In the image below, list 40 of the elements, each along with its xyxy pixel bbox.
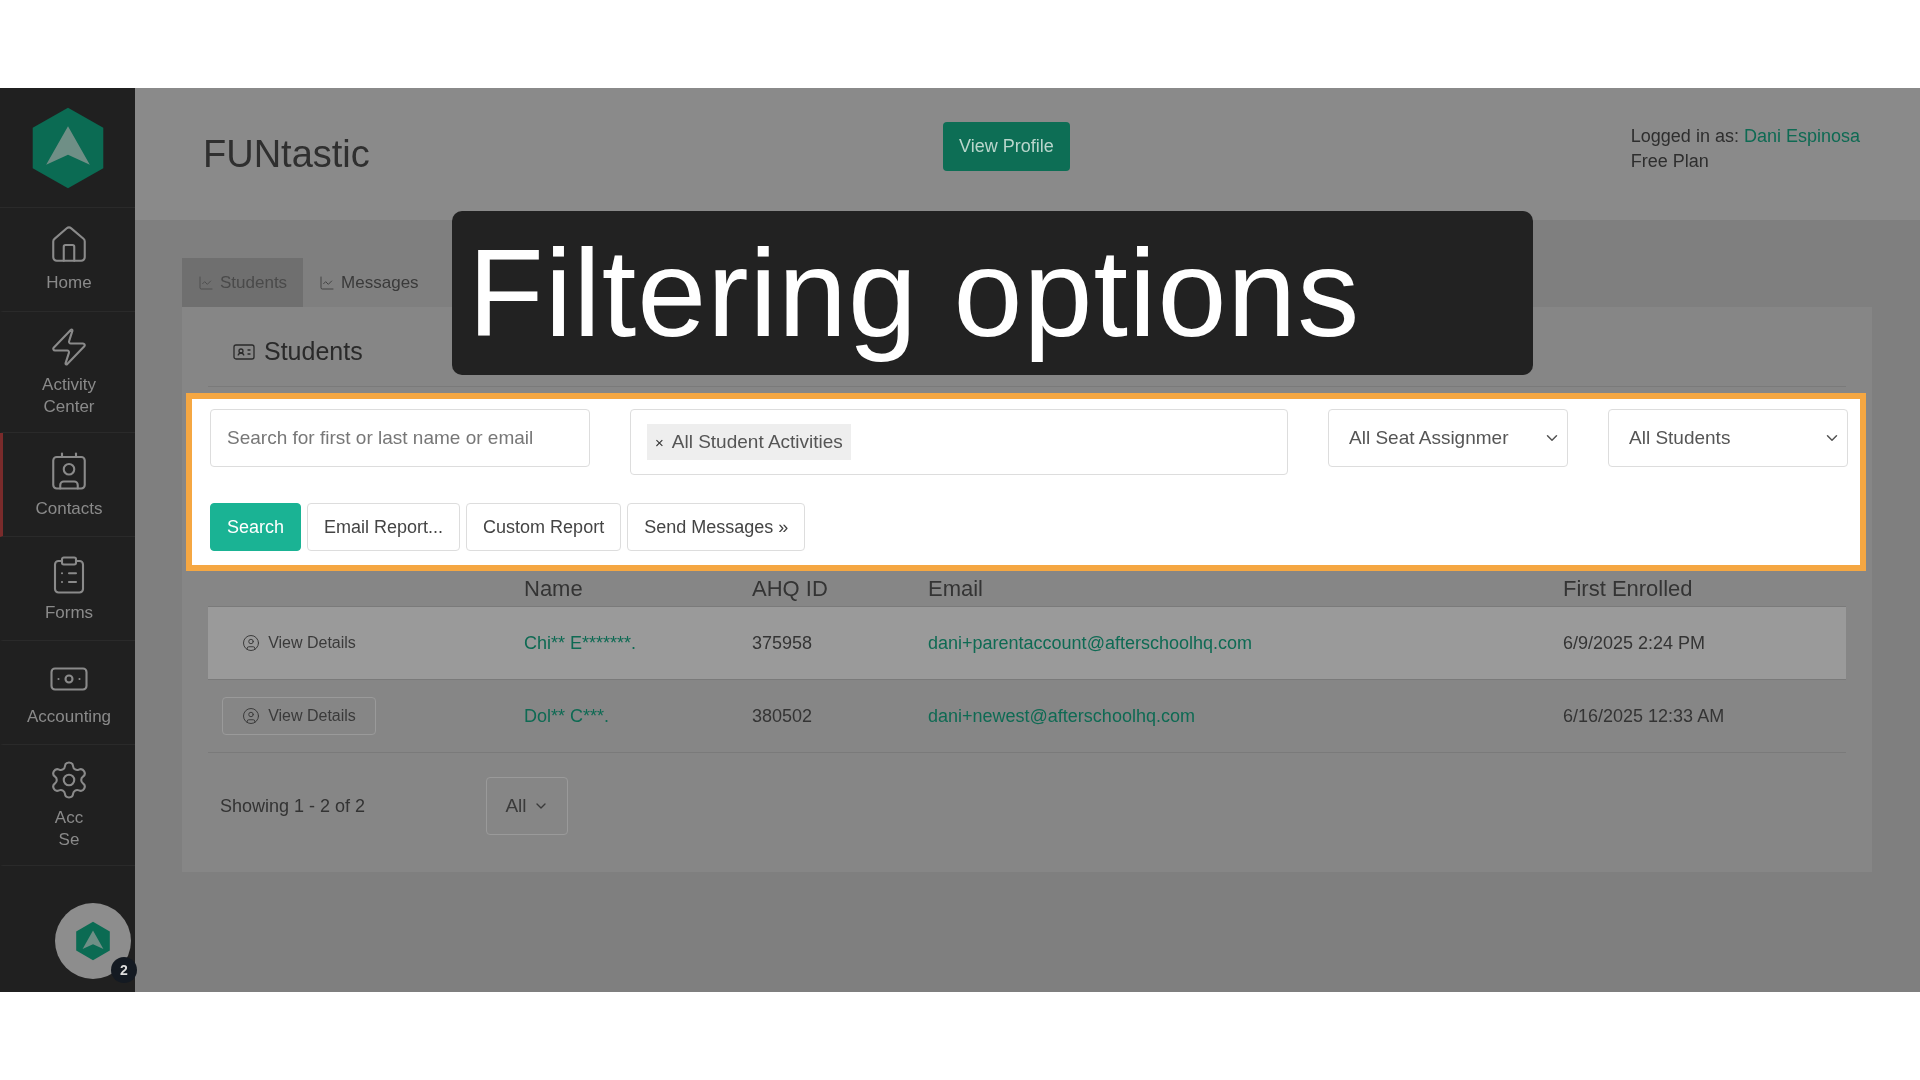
activity-filter-field[interactable]: × All Student Activities: [630, 409, 1288, 475]
table-cell-text: 375958: [752, 632, 814, 654]
column-header: Name: [524, 575, 584, 602]
action-button[interactable]: Email Report...: [307, 503, 461, 551]
sidebar-item[interactable]: Home: [0, 208, 135, 312]
table-cell-text: 6/16/2025 12:33 AM: [1563, 705, 1726, 727]
user-icon: [242, 707, 261, 725]
column-header: First Enrolled: [1563, 575, 1694, 602]
table-cell-text: 380502: [752, 705, 814, 727]
sidebar-item[interactable]: Contacts: [0, 433, 135, 538]
pagination-info: Showing 1 - 2 of 2: [220, 795, 367, 817]
table-cell-text: 6/9/2025 2:24 PM: [1563, 632, 1707, 654]
user-icon: [242, 634, 261, 652]
column-header: AHQ ID: [752, 575, 829, 602]
name-link[interactable]: Chi** E*******.: [524, 632, 752, 654]
sidebar-item[interactable]: Accounting: [0, 641, 135, 746]
students-select[interactable]: All Students: [1608, 409, 1848, 467]
activity-tag[interactable]: × All Student Activities: [647, 424, 851, 460]
sidebar-item[interactable]: Forms: [0, 537, 135, 642]
chart-icon: [319, 274, 336, 291]
logo-icon: [73, 921, 113, 961]
plan-label: Free Plan: [1630, 150, 1710, 173]
notification-badge: 2: [111, 957, 137, 983]
action-button[interactable]: Search: [210, 503, 302, 551]
column-header: Email: [928, 575, 984, 602]
view-details-button[interactable]: View Details: [222, 697, 376, 735]
view-profile-button[interactable]: View Profile: [943, 121, 1070, 171]
page-size-select[interactable]: All: [486, 777, 568, 835]
seat-assignment-select[interactable]: All Seat Assignmer: [1328, 409, 1568, 467]
logged-in-label: Logged in as:: [1630, 125, 1740, 146]
sidebar-item[interactable]: Acc Se: [0, 745, 135, 867]
tab[interactable]: Messages: [303, 258, 435, 307]
action-button[interactable]: Custom Report: [466, 503, 622, 551]
sidebar-item[interactable]: Activity Center: [0, 312, 135, 434]
caption-banner: Filtering options: [452, 211, 1533, 375]
panel-title: Students: [264, 337, 363, 366]
action-button[interactable]: Send Messages »: [627, 503, 806, 551]
page-title: FUNtastic: [203, 132, 371, 176]
search-field[interactable]: Search for first or last name or email: [210, 409, 590, 467]
chart-icon: [198, 274, 214, 291]
